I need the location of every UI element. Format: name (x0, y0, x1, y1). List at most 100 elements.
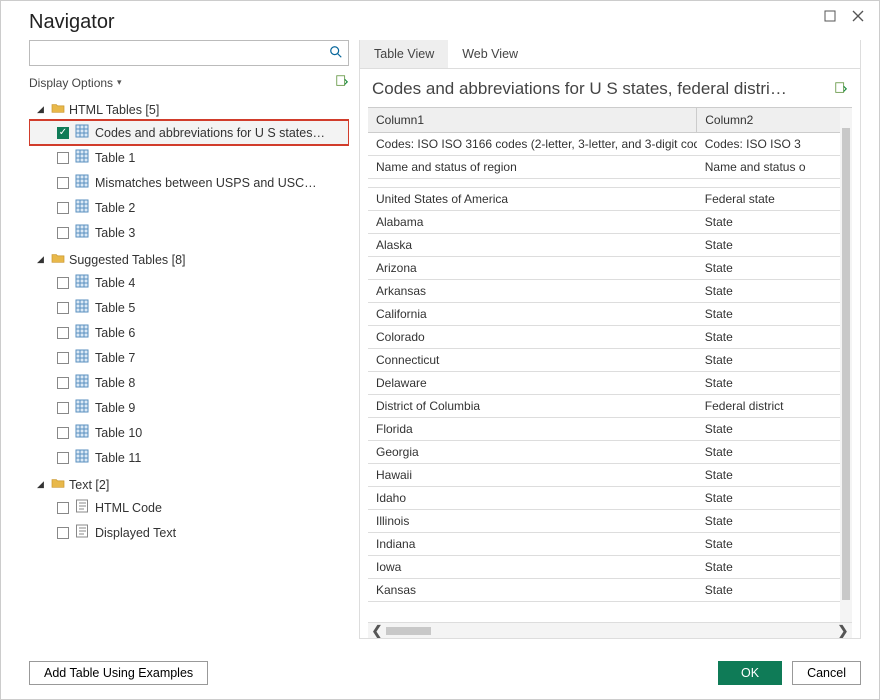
checkbox[interactable] (57, 202, 69, 214)
tree-item[interactable]: HTML Code (29, 495, 349, 520)
tree-item-label: HTML Code (95, 501, 162, 515)
search-box[interactable] (29, 40, 349, 66)
tree-item-label: Table 1 (95, 151, 135, 165)
tree-item-label: Table 8 (95, 376, 135, 390)
table-icon (75, 199, 89, 216)
checkbox[interactable] (57, 152, 69, 164)
table-icon (75, 399, 89, 416)
checkbox[interactable]: ✓ (57, 127, 69, 139)
table-cell: State (697, 257, 852, 280)
tree-group-header[interactable]: ◢Suggested Tables [8] (29, 249, 349, 270)
maximize-icon[interactable] (823, 9, 837, 23)
horizontal-scroll-thumb[interactable] (386, 627, 431, 635)
table-row[interactable]: IdahoState (368, 487, 852, 510)
checkbox[interactable] (57, 177, 69, 189)
table-row[interactable]: AlaskaState (368, 234, 852, 257)
tree-item[interactable]: Table 1 (29, 145, 349, 170)
table-cell: Name and status o (697, 156, 852, 179)
checkbox[interactable] (57, 377, 69, 389)
table-row[interactable]: DelawareState (368, 372, 852, 395)
scroll-right-arrow-icon[interactable]: ❯ (834, 623, 852, 639)
tree-item[interactable]: Table 9 (29, 395, 349, 420)
checkbox[interactable] (57, 227, 69, 239)
table-row[interactable]: CaliforniaState (368, 303, 852, 326)
display-options-dropdown[interactable]: Display Options ▾ (29, 76, 122, 90)
table-row[interactable]: IllinoisState (368, 510, 852, 533)
table-row[interactable]: ColoradoState (368, 326, 852, 349)
checkbox[interactable] (57, 327, 69, 339)
horizontal-scrollbar[interactable]: ❮ ❯ (368, 622, 852, 638)
table-row[interactable]: United States of AmericaFederal state (368, 188, 852, 211)
tree-item-label: Table 5 (95, 301, 135, 315)
tree-item-label: Table 11 (95, 451, 141, 465)
table-row[interactable]: FloridaState (368, 418, 852, 441)
tree-item[interactable]: Table 10 (29, 420, 349, 445)
vertical-scroll-thumb[interactable] (842, 128, 850, 600)
group-label: Suggested Tables [8] (69, 253, 186, 267)
ok-button[interactable]: OK (718, 661, 782, 685)
tree-group-header[interactable]: ◢HTML Tables [5] (29, 99, 349, 120)
search-input[interactable] (30, 46, 324, 60)
table-row[interactable]: HawaiiState (368, 464, 852, 487)
tree-item[interactable]: Displayed Text (29, 520, 349, 545)
tree-item[interactable]: Table 2 (29, 195, 349, 220)
tree-item[interactable]: Table 4 (29, 270, 349, 295)
tree-item-label: Table 3 (95, 226, 135, 240)
tree-item[interactable]: ✓Codes and abbreviations for U S states,… (29, 120, 349, 145)
table-row[interactable]: KansasState (368, 579, 852, 602)
checkbox[interactable] (57, 427, 69, 439)
tab-web-view[interactable]: Web View (448, 40, 532, 68)
table-row[interactable]: ArizonaState (368, 257, 852, 280)
add-table-examples-button[interactable]: Add Table Using Examples (29, 661, 208, 685)
tree-item[interactable]: Table 11 (29, 445, 349, 470)
preview-panel: Table View Web View Codes and abbreviati… (359, 40, 861, 639)
tree-item[interactable]: Table 7 (29, 345, 349, 370)
table-cell: Kansas (368, 579, 697, 602)
column-header[interactable]: Column2 (697, 108, 852, 133)
table-row[interactable]: Codes: ISO ISO 3166 codes (2-letter, 3-l… (368, 133, 852, 156)
checkbox[interactable] (57, 502, 69, 514)
table-icon (75, 174, 89, 191)
table-row[interactable]: GeorgiaState (368, 441, 852, 464)
table-cell (368, 179, 697, 188)
table-cell: State (697, 464, 852, 487)
checkbox[interactable] (57, 352, 69, 364)
table-row[interactable]: AlabamaState (368, 211, 852, 234)
scroll-left-arrow-icon[interactable]: ❮ (368, 623, 386, 639)
table-row[interactable]: District of ColumbiaFederal district (368, 395, 852, 418)
preview-grid[interactable]: Column1Column2Codes: ISO ISO 3166 codes … (368, 107, 852, 622)
preview-refresh-icon[interactable] (834, 81, 848, 98)
tree-item[interactable]: Mismatches between USPS and USCG cod... (29, 170, 349, 195)
table-row[interactable]: ConnecticutState (368, 349, 852, 372)
navigator-tree[interactable]: ◢HTML Tables [5]✓Codes and abbreviations… (29, 95, 349, 639)
checkbox[interactable] (57, 277, 69, 289)
tree-item[interactable]: Table 6 (29, 320, 349, 345)
column-header[interactable]: Column1 (368, 108, 697, 133)
tree-group-header[interactable]: ◢Text [2] (29, 474, 349, 495)
checkbox[interactable] (57, 302, 69, 314)
tree-item[interactable]: Table 5 (29, 295, 349, 320)
table-row[interactable]: ArkansasState (368, 280, 852, 303)
table-cell: State (697, 533, 852, 556)
chevron-down-icon: ▾ (117, 77, 122, 88)
preview-tabs: Table View Web View (360, 40, 860, 69)
refresh-icon[interactable] (335, 74, 349, 91)
collapse-triangle-icon: ◢ (37, 104, 47, 115)
tree-item[interactable]: Table 8 (29, 370, 349, 395)
table-cell: California (368, 303, 697, 326)
tab-table-view[interactable]: Table View (360, 40, 448, 68)
table-row[interactable]: Name and status of regionName and status… (368, 156, 852, 179)
table-icon (75, 374, 89, 391)
search-icon[interactable] (324, 45, 348, 62)
table-row[interactable]: IowaState (368, 556, 852, 579)
checkbox[interactable] (57, 402, 69, 414)
table-row[interactable] (368, 179, 852, 188)
tree-item[interactable]: Table 3 (29, 220, 349, 245)
cancel-button[interactable]: Cancel (792, 661, 861, 685)
table-row[interactable]: IndianaState (368, 533, 852, 556)
checkbox[interactable] (57, 452, 69, 464)
vertical-scrollbar[interactable] (840, 108, 852, 622)
close-icon[interactable] (851, 9, 865, 23)
text-icon (75, 499, 89, 516)
checkbox[interactable] (57, 527, 69, 539)
